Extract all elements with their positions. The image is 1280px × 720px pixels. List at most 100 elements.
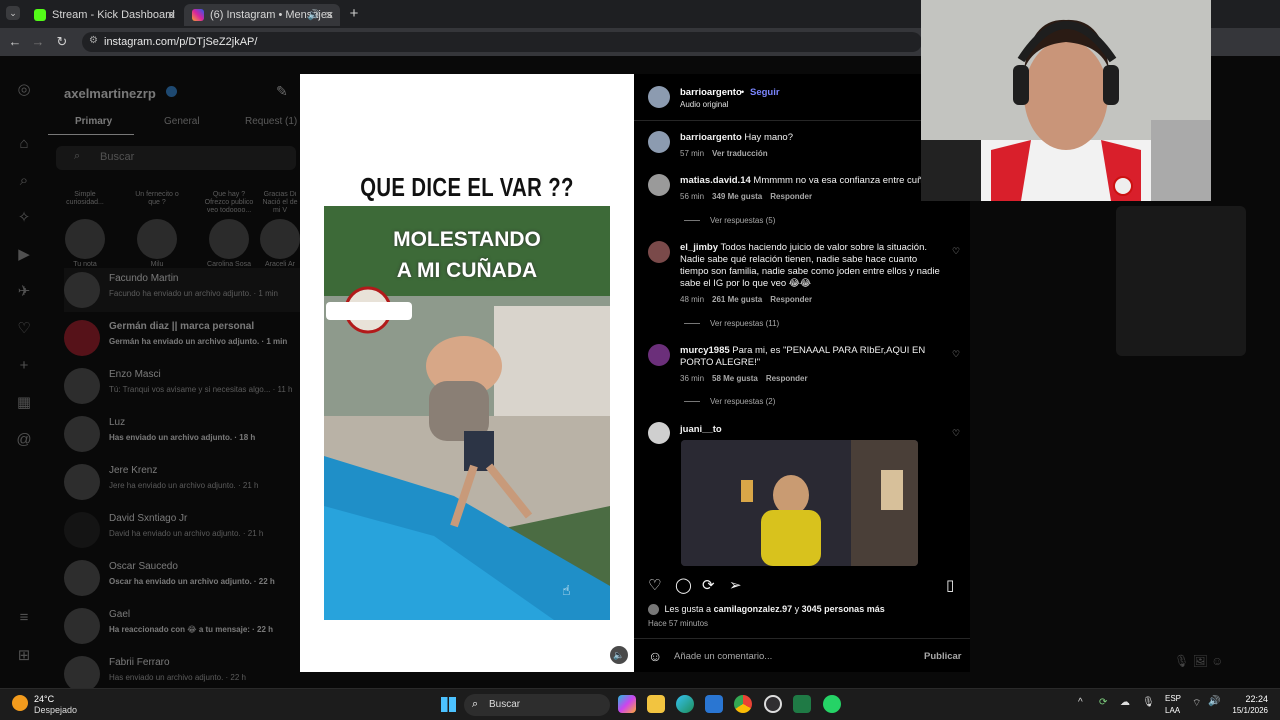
tab-instagram-messages[interactable]: (6) Instagram • Mensajes 🔊 ✕ <box>184 4 340 26</box>
post-author[interactable]: barrioargento <box>680 87 742 98</box>
threads-icon[interactable]: @ <box>16 432 32 448</box>
like-icon[interactable]: ♡ <box>648 576 661 594</box>
mute-toggle-icon[interactable]: 🔈 <box>610 646 628 664</box>
note-item[interactable]: Simple curiosidad... Tu nota <box>60 191 110 268</box>
reply-button[interactable]: Responder <box>770 295 812 304</box>
reload-icon[interactable]: ↻ <box>54 34 70 50</box>
new-tab-button[interactable]: + <box>346 5 362 22</box>
dm-username[interactable]: axelmartinezrp <box>64 86 156 101</box>
edge-icon[interactable] <box>676 695 694 713</box>
clock-time[interactable]: 22:24 <box>1220 694 1268 704</box>
chevron-up-icon[interactable]: ^ <box>1078 697 1083 708</box>
file-explorer-icon[interactable] <box>647 695 665 713</box>
more-menu-icon[interactable]: ≡ <box>16 610 32 626</box>
dm-thread-row[interactable]: Oscar Saucedo Oscar ha enviado un archiv… <box>64 556 300 600</box>
dashboard-icon[interactable]: ▦ <box>16 395 32 411</box>
forward-icon[interactable]: → <box>30 34 46 49</box>
home-icon[interactable]: ⌂ <box>16 136 32 152</box>
publish-button[interactable]: Publicar <box>924 651 962 662</box>
tab-kick-dashboard[interactable]: Stream - Kick Dashboard ✕ <box>26 4 182 26</box>
dm-thread-row[interactable]: Jere Krenz Jere ha enviado un archivo ad… <box>64 460 300 504</box>
dm-thread-row[interactable]: Luz Has enviado un archivo adjunto. · 18… <box>64 412 300 456</box>
note-item[interactable]: Un fernecito o que ? Milu <box>132 191 182 268</box>
speaker-icon[interactable]: 🔊 <box>308 10 320 21</box>
comment-likes[interactable]: 58 Me gusta <box>712 374 758 383</box>
dm-search-input[interactable]: ⌕ Buscar <box>56 146 296 170</box>
emoji-icon[interactable]: ☺ <box>648 648 662 664</box>
note-item[interactable]: Que hay ? Ofrezco publico veo todoooo...… <box>204 191 254 268</box>
microphone-icon[interactable]: 🎙 <box>1142 697 1155 708</box>
url-field[interactable]: ⚙ instagram.com/p/DTjSeZ2jkAP/ <box>82 32 922 52</box>
weather-temp[interactable]: 24°C <box>34 694 54 704</box>
site-info-icon[interactable]: ⚙ <box>89 35 98 46</box>
like-comment-icon[interactable]: ♡ <box>952 246 960 257</box>
reply-button[interactable]: Responder <box>770 192 812 201</box>
whatsapp-icon[interactable] <box>823 695 841 713</box>
store-icon[interactable] <box>705 695 723 713</box>
comment-avatar[interactable] <box>648 131 670 153</box>
windows-start-icon[interactable] <box>441 697 456 712</box>
comment-username[interactable]: murcy1985 <box>680 345 730 356</box>
close-icon[interactable]: ✕ <box>167 9 176 22</box>
tab-requests[interactable]: Request (1) <box>245 116 297 127</box>
likes-user[interactable]: camilagonzalez.97 <box>714 604 793 614</box>
author-avatar[interactable] <box>648 86 670 108</box>
notifications-icon[interactable]: ♡ <box>16 321 32 337</box>
view-replies-button[interactable]: Ver respuestas (5) <box>684 216 775 225</box>
tab-list-button[interactable]: ⌄ <box>6 6 20 20</box>
comment-username[interactable]: barrioargento <box>680 132 742 143</box>
comment-avatar[interactable] <box>648 241 670 263</box>
chrome-icon[interactable] <box>734 695 752 713</box>
tab-general[interactable]: General <box>164 116 200 127</box>
comment-icon[interactable]: ◯ <box>675 576 692 594</box>
view-replies-button[interactable]: Ver respuestas (11) <box>684 319 779 328</box>
close-icon[interactable]: ✕ <box>325 9 334 22</box>
messages-icon[interactable]: ✈ <box>16 284 32 300</box>
view-replies-button[interactable]: Ver respuestas (2) <box>684 397 775 406</box>
language-top[interactable]: ESP <box>1165 694 1181 703</box>
comment-likes[interactable]: 261 Me gusta <box>712 295 762 304</box>
instagram-logo-icon[interactable]: ◎ <box>16 82 32 98</box>
comment-avatar[interactable] <box>648 174 670 196</box>
post-video[interactable]: MOLESTANDO A MI CUÑADA ☝ <box>324 206 610 620</box>
compose-icon[interactable]: ✎ <box>276 83 288 100</box>
comment-username[interactable]: juani__to <box>680 424 722 435</box>
create-icon[interactable]: + <box>16 358 32 374</box>
explore-icon[interactable]: ✧ <box>16 210 32 226</box>
dm-thread-row[interactable]: Germán diaz || marca personal Germán ha … <box>64 316 300 360</box>
excel-icon[interactable] <box>793 695 811 713</box>
dm-thread-row[interactable]: David Sxntiago Jr David ha enviado un ar… <box>64 508 300 552</box>
comment-username[interactable]: matias.david.14 <box>680 175 751 186</box>
share-icon[interactable]: ➢ <box>729 576 742 594</box>
post-audio[interactable]: Audio original <box>680 100 728 109</box>
like-comment-icon[interactable]: ♡ <box>952 349 960 360</box>
note-item[interactable]: Gracias Di Nació el de mi V Araceli Ar <box>260 191 300 268</box>
reply-button[interactable]: Responder <box>766 374 808 383</box>
comment-username[interactable]: el_jimby <box>680 242 718 253</box>
save-icon[interactable]: ▯ <box>946 576 954 594</box>
comment-input[interactable]: Añade un comentario... <box>674 651 772 662</box>
translate-link[interactable]: Ver traducción <box>712 149 768 158</box>
weather-icon[interactable] <box>12 695 28 711</box>
reels-icon[interactable]: ▶ <box>16 247 32 263</box>
search-icon[interactable]: ⌕ <box>16 173 32 189</box>
comment-gif-image[interactable] <box>681 440 918 566</box>
comment-likes[interactable]: 349 Me gusta <box>712 192 762 201</box>
apps-icon[interactable]: ⊞ <box>16 648 32 664</box>
obs-icon[interactable] <box>764 695 782 713</box>
tab-primary[interactable]: Primary <box>75 116 112 127</box>
repost-icon[interactable]: ⟳ <box>702 576 715 594</box>
wifi-icon[interactable]: ⌔ <box>1192 697 1201 710</box>
dm-thread-row[interactable]: Facundo Martin Facundo ha enviado un arc… <box>64 268 300 312</box>
dm-thread-row[interactable]: Enzo Masci Tú: Tranqui vos avisame y si … <box>64 364 300 408</box>
comment-avatar[interactable] <box>648 344 670 366</box>
back-icon[interactable]: ← <box>7 34 23 49</box>
copilot-icon[interactable] <box>618 695 636 713</box>
network-icon[interactable]: ☁ <box>1120 697 1130 708</box>
taskbar-search-input[interactable]: ⌕ Buscar <box>464 694 610 716</box>
follow-button[interactable]: Seguir <box>750 87 780 98</box>
comment-avatar[interactable] <box>648 422 670 444</box>
likes-count[interactable]: 3045 personas más <box>802 604 885 614</box>
like-comment-icon[interactable]: ♡ <box>952 428 960 439</box>
dm-thread-row[interactable]: Gael Ha reaccionado con 😂 a tu mensaje: … <box>64 604 300 648</box>
